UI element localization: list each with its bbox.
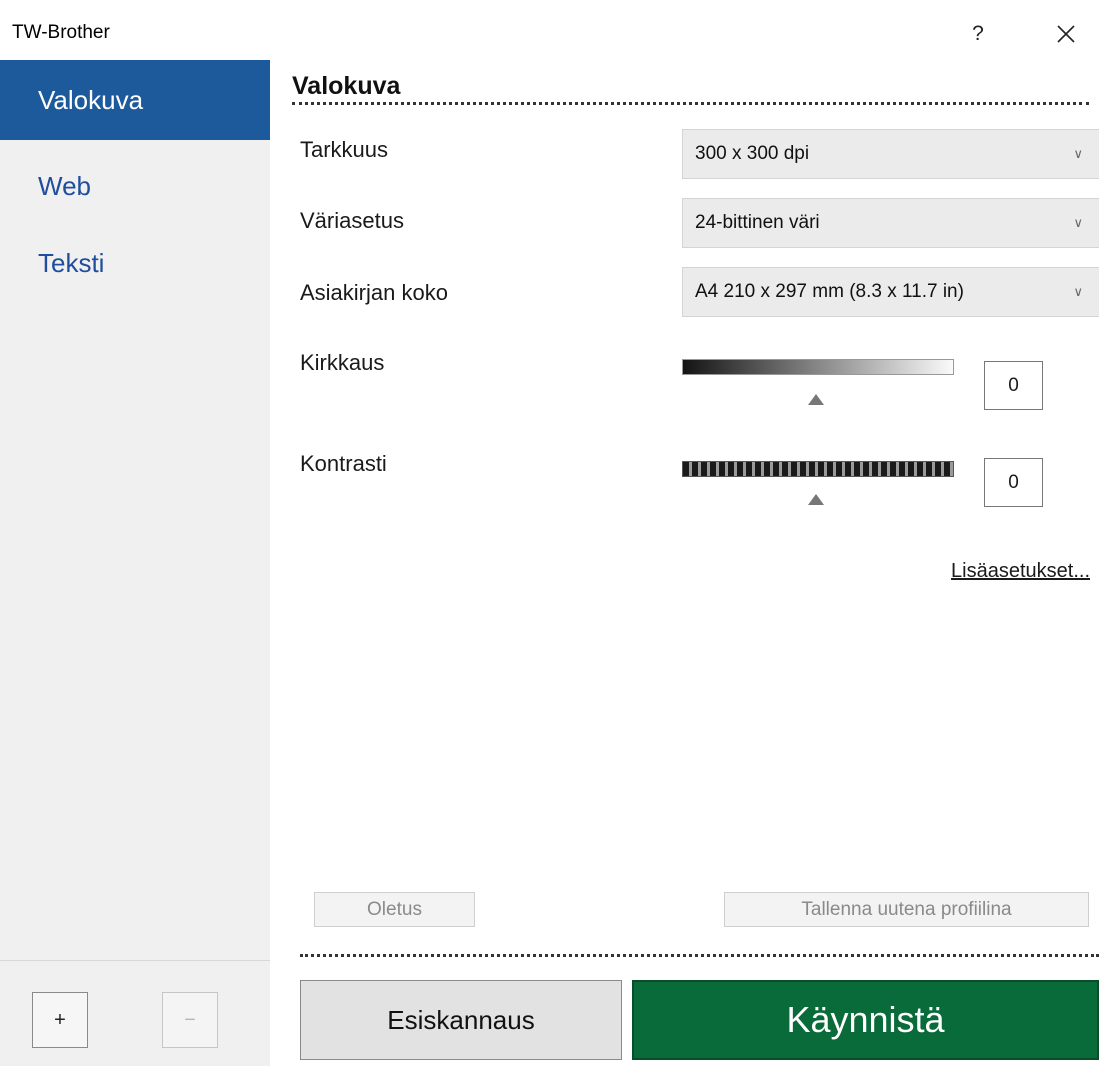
sidebar-divider bbox=[0, 960, 270, 961]
chevron-down-icon: ∨ bbox=[1073, 284, 1083, 299]
doc-size-select[interactable]: A4 210 x 297 mm (8.3 x 11.7 in) ∨ bbox=[682, 267, 1099, 317]
doc-size-label: Asiakirjan koko bbox=[300, 280, 448, 305]
contrast-input[interactable]: 0 bbox=[984, 458, 1043, 507]
contrast-label: Kontrasti bbox=[300, 451, 387, 476]
brightness-slider-track[interactable] bbox=[682, 359, 954, 375]
chevron-down-icon: ∨ bbox=[1073, 146, 1083, 161]
brightness-label: Kirkkaus bbox=[300, 350, 385, 375]
color-select[interactable]: 24-bittinen väri ∨ bbox=[682, 198, 1099, 248]
brightness-slider-thumb[interactable] bbox=[808, 394, 824, 405]
doc-size-value: A4 210 x 297 mm (8.3 x 11.7 in) bbox=[695, 281, 964, 302]
sidebar: Valokuva Web Teksti + − bbox=[0, 60, 270, 1066]
remove-profile-button[interactable]: − bbox=[162, 992, 218, 1048]
resolution-value: 300 x 300 dpi bbox=[695, 143, 810, 164]
bottom-divider bbox=[300, 954, 1099, 957]
color-value: 24-bittinen väri bbox=[695, 212, 820, 233]
color-label: Väriasetus bbox=[300, 208, 404, 233]
contrast-slider-thumb[interactable] bbox=[808, 494, 824, 505]
add-profile-button[interactable]: + bbox=[32, 992, 88, 1048]
save-profile-button[interactable]: Tallenna uutena profiilina bbox=[724, 892, 1089, 927]
resolution-label: Tarkkuus bbox=[300, 137, 389, 162]
title-bar: TW-Brother ? bbox=[0, 0, 1099, 60]
prescan-button[interactable]: Esiskannaus bbox=[300, 980, 622, 1060]
sidebar-item-web[interactable]: Web bbox=[0, 146, 270, 226]
close-icon bbox=[1057, 25, 1075, 43]
start-button[interactable]: Käynnistä bbox=[632, 980, 1099, 1060]
brightness-input[interactable]: 0 bbox=[984, 361, 1043, 410]
resolution-select[interactable]: 300 x 300 dpi ∨ bbox=[682, 129, 1099, 179]
section-title: Valokuva bbox=[292, 72, 401, 100]
default-button[interactable]: Oletus bbox=[314, 892, 475, 927]
window-title: TW-Brother bbox=[12, 22, 110, 43]
contrast-slider-track[interactable] bbox=[682, 461, 954, 477]
chevron-down-icon: ∨ bbox=[1073, 215, 1083, 230]
sidebar-item-teksti[interactable]: Teksti bbox=[0, 223, 270, 303]
section-divider bbox=[292, 102, 1089, 105]
advanced-settings-link[interactable]: Lisäasetukset... bbox=[951, 560, 1090, 583]
close-button[interactable] bbox=[1046, 16, 1086, 52]
sidebar-item-valokuva[interactable]: Valokuva bbox=[0, 60, 270, 140]
settings-panel: Valokuva Tarkkuus 300 x 300 dpi ∨ Värias… bbox=[270, 60, 1099, 1066]
help-button[interactable]: ? bbox=[958, 16, 998, 52]
